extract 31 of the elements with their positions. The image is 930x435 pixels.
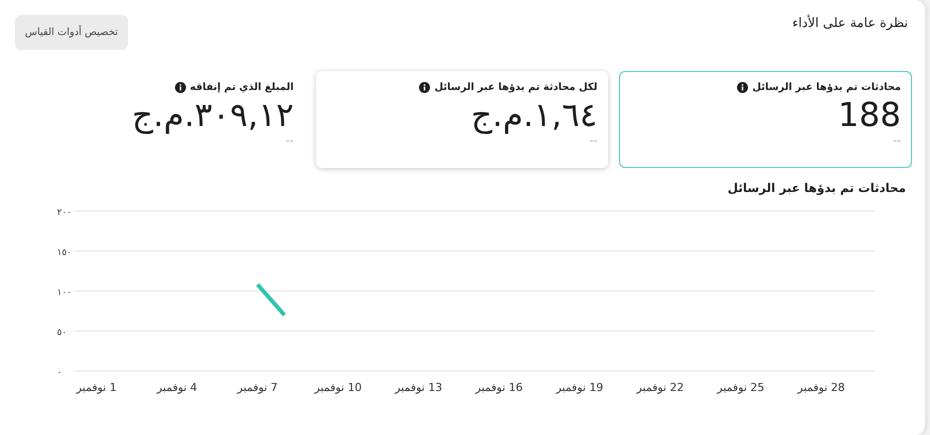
info-icon[interactable] (419, 82, 430, 93)
x-axis-label: 28 نوفمبر (798, 381, 845, 394)
x-axis-label: 4 نوفمبر (156, 381, 198, 394)
y-axis-label: ٥٠ (57, 328, 67, 338)
metric-value: ج.م.١,٦٤ (470, 95, 598, 135)
y-axis-label: ١٠٠ (57, 288, 72, 298)
x-axis-label: 13 نوفمبر (395, 381, 442, 394)
metric-card[interactable]: لكل محادثة تم بدؤها عبر الرسائل ج.م.١,٦٤ -- (316, 71, 608, 168)
x-axis-label: 7 نوفمبر (237, 381, 278, 394)
x-axis-label: 25 نوفمبر (717, 381, 764, 394)
comparison-value: -- (588, 135, 598, 147)
comparison-value: -- (284, 135, 294, 147)
y-axis-label: ٢٠٠ (57, 208, 72, 218)
y-axis-label: ١٥٠ (57, 248, 72, 258)
metric-label: المبلغ الذي تم إنفاقه (190, 82, 294, 93)
info-icon[interactable] (737, 82, 748, 93)
x-axis-label: 19 نوفمبر (556, 381, 604, 394)
x-axis-label: 10 نوفمبر (314, 381, 362, 394)
y-axis-label: ٠ (57, 368, 62, 378)
x-axis-label: 22 نوفمبر (636, 381, 684, 394)
metric-label: لكل محادثة تم بدؤها عبر الرسائل (434, 82, 598, 93)
metric-value: ج.م.٣٠٩,١٢ (130, 95, 294, 135)
metric-value: 188 (837, 95, 901, 135)
section-title: نظرة عامة على الأداء (792, 16, 908, 31)
x-axis-label: 16 نوفمبر (476, 381, 523, 394)
x-axis-label: 1 نوفمبر (76, 381, 117, 394)
data-line (256, 283, 286, 316)
info-icon[interactable] (174, 82, 186, 93)
metric-label: محادثات تم بدؤها عبر الرسائل (752, 82, 901, 93)
comparison-value: -- (892, 135, 901, 147)
customize-metrics-button[interactable]: تخصيص أدوات القياس (15, 15, 128, 50)
